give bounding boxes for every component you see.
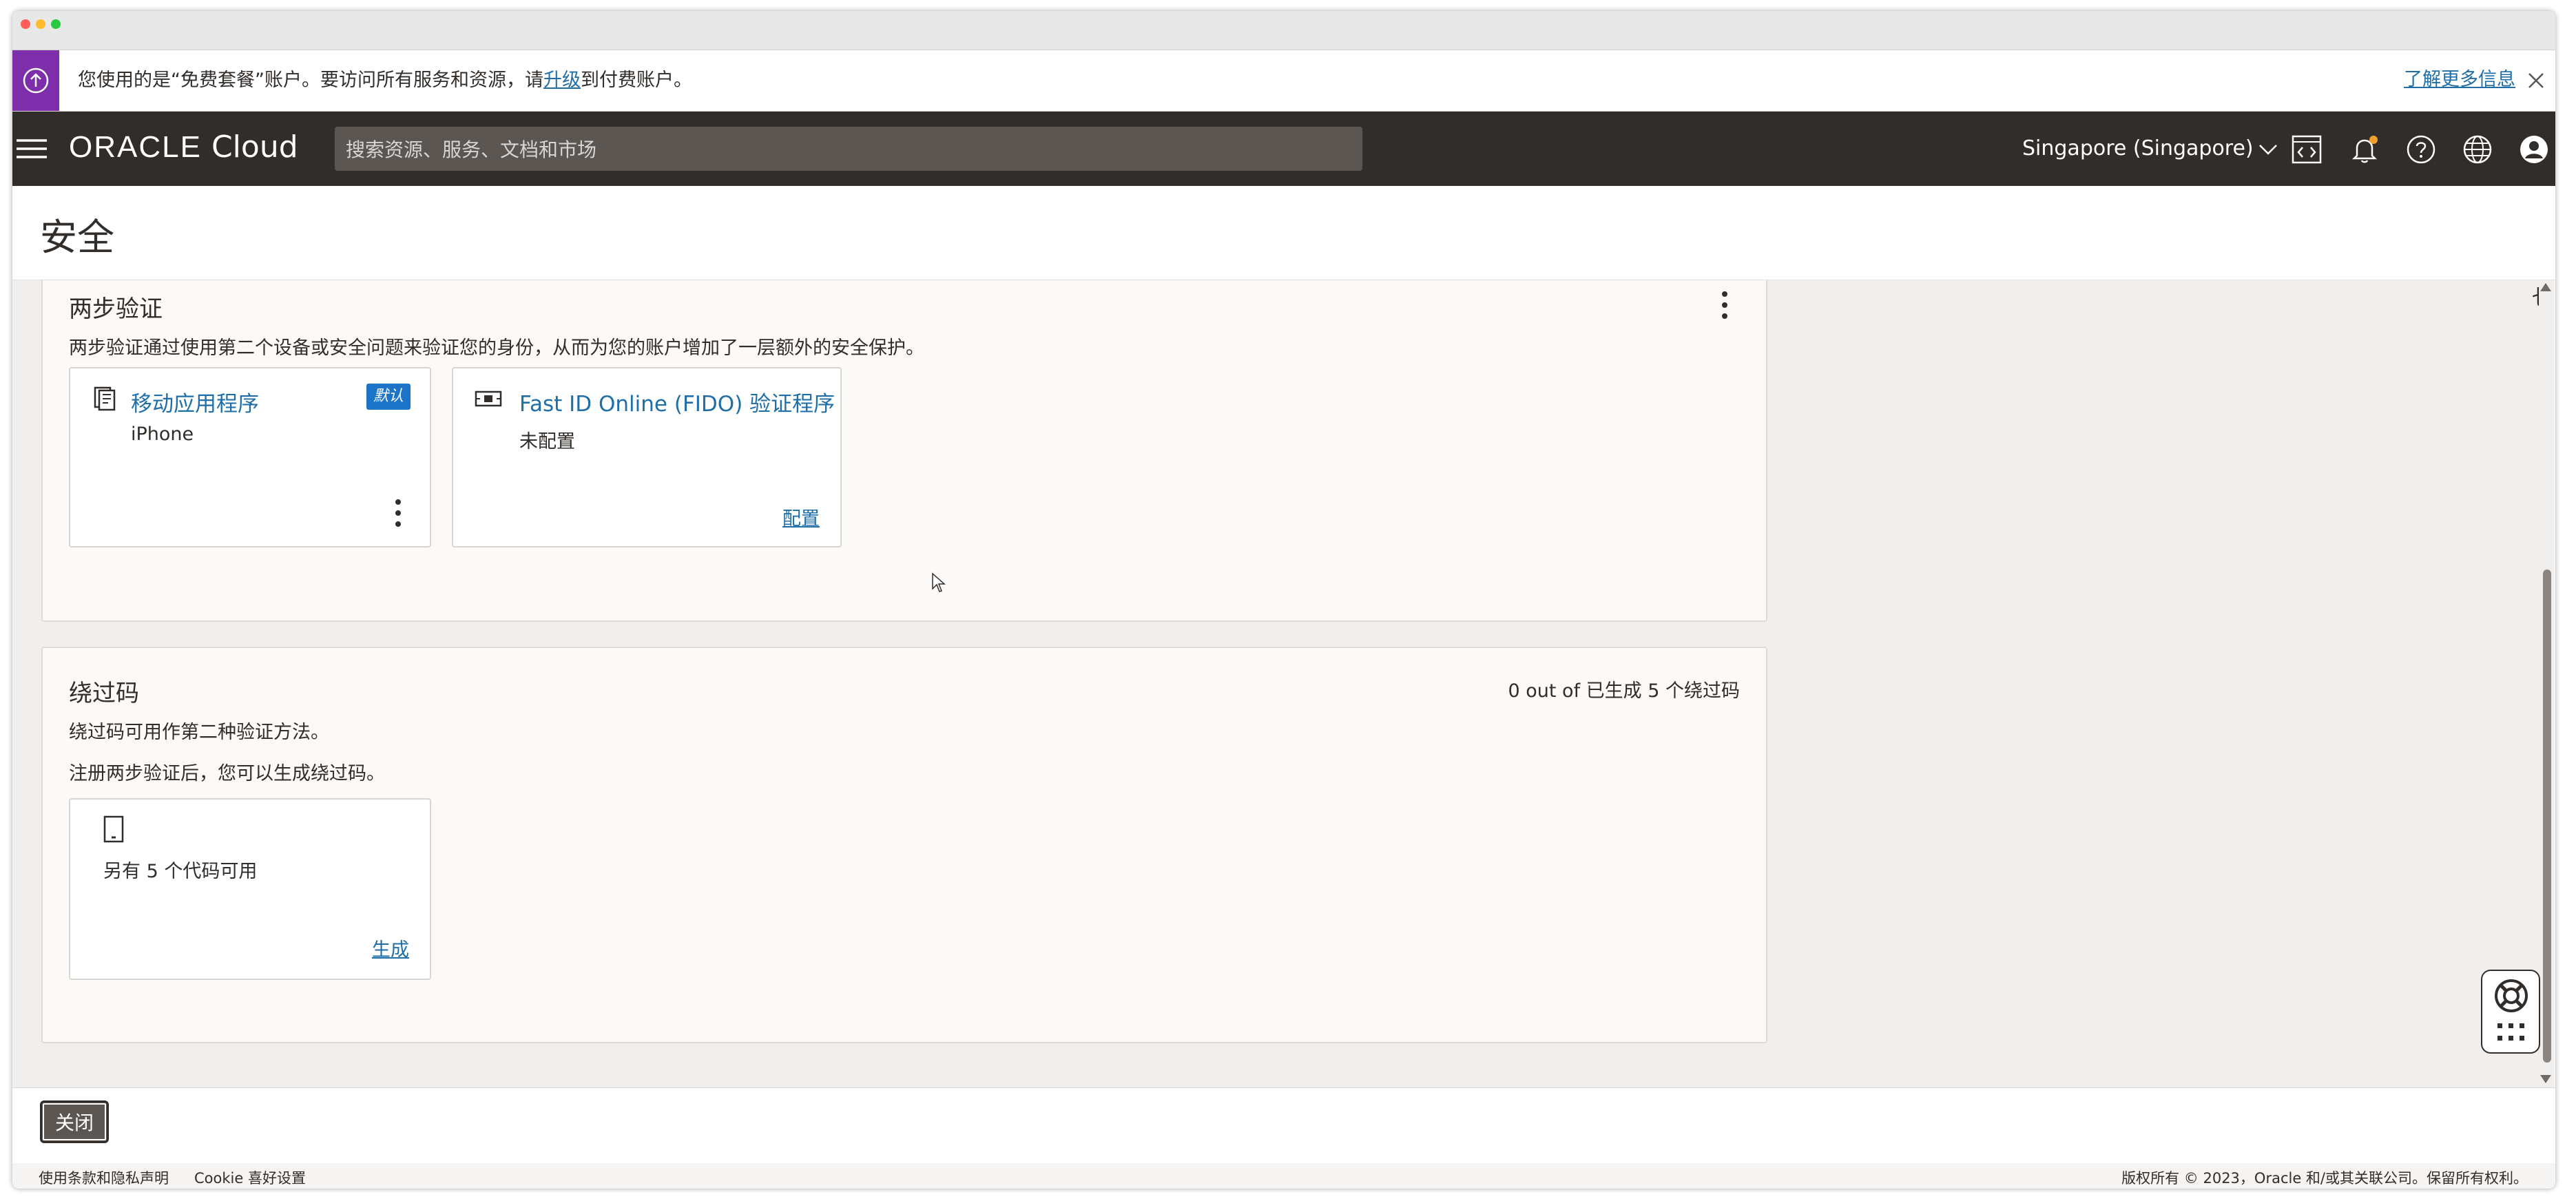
lifebuoy-icon[interactable]: [2493, 978, 2529, 1014]
window-titlebar: [12, 11, 2555, 50]
security-content: 两步验证 两步验证通过使用第二个设备或安全问题来验证您的身份，从而为您的账户增加…: [12, 280, 2554, 1087]
mobile-app-actions-menu[interactable]: [391, 499, 405, 535]
chevron-down-icon: [2258, 144, 2277, 155]
close-icon[interactable]: [2522, 67, 2550, 94]
learn-more-link[interactable]: 了解更多信息: [2404, 50, 2515, 109]
logo-cloud-text: Cloud: [211, 129, 298, 165]
two-step-title: 两步验证: [69, 295, 163, 323]
terms-link[interactable]: 使用条款和隐私声明: [39, 1167, 169, 1188]
upgrade-link[interactable]: 升级: [543, 70, 581, 91]
region-selector[interactable]: Singapore (Singapore): [2022, 112, 2278, 186]
scroll-down-arrow[interactable]: [2540, 1075, 2551, 1083]
menu-icon[interactable]: [15, 132, 48, 165]
banner-text-before: 您使用的是“免费套餐”账户。要访问所有服务和资源，请: [78, 70, 543, 91]
fido-status: 未配置: [519, 431, 575, 452]
scrollbar-thumb[interactable]: [2543, 570, 2551, 1063]
two-step-description: 两步验证通过使用第二个设备或安全问题来验证您的身份，从而为您的账户增加了一层额外…: [69, 337, 924, 359]
help-widget[interactable]: [2481, 970, 2540, 1054]
security-key-icon: [475, 390, 502, 407]
bypass-description: 绕过码可用作第二种验证方法。: [69, 722, 329, 743]
bypass-codes-panel: 绕过码 0 out of 已生成 5 个绕过码 绕过码可用作第二种验证方法。 注…: [41, 647, 1767, 1043]
two-step-verification-panel: 两步验证 两步验证通过使用第二个设备或安全问题来验证您的身份，从而为您的账户增加…: [41, 280, 1767, 622]
free-tier-banner: 您使用的是“免费套餐”账户。要访问所有服务和资源，请升级到付费账户。 了解更多信…: [12, 50, 2555, 112]
scroll-up-arrow[interactable]: [2540, 283, 2551, 291]
bypass-code-card: 另有 5 个代码可用 生成: [69, 798, 431, 980]
banner-accent: [12, 50, 59, 111]
mouse-cursor-icon: [932, 572, 946, 592]
zoom-window-button[interactable]: [51, 19, 61, 29]
profile-icon[interactable]: [2518, 134, 2550, 165]
apps-grid-icon[interactable]: [2496, 1022, 2526, 1045]
help-icon[interactable]: [2405, 134, 2437, 165]
top-navbar: ORACLE Cloud Singapore (Singapore): [12, 112, 2555, 186]
bell-icon[interactable]: [2349, 134, 2380, 165]
two-step-actions-menu[interactable]: [1718, 291, 1732, 327]
page-header: 安全: [12, 186, 2555, 280]
code-editor-icon[interactable]: [2291, 134, 2323, 165]
upgrade-arrow-icon: [23, 67, 49, 94]
page-title: 安全: [40, 216, 114, 259]
generate-link[interactable]: 生成: [372, 934, 409, 961]
region-label: Singapore (Singapore): [2022, 136, 2254, 160]
close-button[interactable]: 关闭: [40, 1100, 109, 1143]
fido-title[interactable]: Fast ID Online (FIDO) 验证程序: [519, 386, 835, 417]
bypass-title: 绕过码: [69, 680, 139, 707]
minimize-window-button[interactable]: [36, 19, 45, 29]
fido-card: Fast ID Online (FIDO) 验证程序 未配置 配置: [452, 367, 842, 547]
close-window-button[interactable]: [21, 19, 30, 29]
logo-oracle-text: ORACLE: [69, 130, 202, 164]
mobile-device-name: iPhone: [131, 424, 194, 445]
bypass-counter: 0 out of 已生成 5 个绕过码: [1508, 680, 1740, 702]
oracle-cloud-logo[interactable]: ORACLE Cloud: [69, 129, 298, 165]
search-input[interactable]: [344, 127, 1365, 172]
cookie-preferences-link[interactable]: Cookie 喜好设置: [194, 1167, 306, 1188]
vertical-scrollbar[interactable]: [2539, 280, 2554, 1087]
browser-window: 您使用的是“免费套餐”账户。要访问所有服务和资源，请升级到付费账户。 了解更多信…: [12, 11, 2555, 1189]
globe-icon[interactable]: [2462, 134, 2493, 165]
banner-text-after: 到付费账户。: [580, 70, 692, 91]
action-bar: 关闭: [12, 1087, 2555, 1164]
codes-available-text: 另有 5 个代码可用: [103, 861, 258, 882]
page-footer: 使用条款和隐私声明 Cookie 喜好设置 版权所有 © 2023，Oracle…: [12, 1163, 2555, 1189]
copyright-text: 版权所有 © 2023，Oracle 和/或其关联公司。保留所有权利。: [2121, 1170, 2528, 1187]
banner-message: 您使用的是“免费套餐”账户。要访问所有服务和资源，请升级到付费账户。: [78, 50, 692, 111]
default-badge: 默认: [366, 384, 411, 410]
mobile-app-title[interactable]: 移动应用程序: [131, 386, 259, 417]
global-search[interactable]: [335, 127, 1365, 172]
bypass-note: 注册两步验证后，您可以生成绕过码。: [69, 763, 385, 784]
tablet-icon: [103, 815, 124, 843]
mobile-app-icon: [94, 386, 116, 411]
mobile-app-card: 移动应用程序 默认 iPhone: [69, 367, 431, 547]
configure-link[interactable]: 配置: [782, 503, 820, 530]
